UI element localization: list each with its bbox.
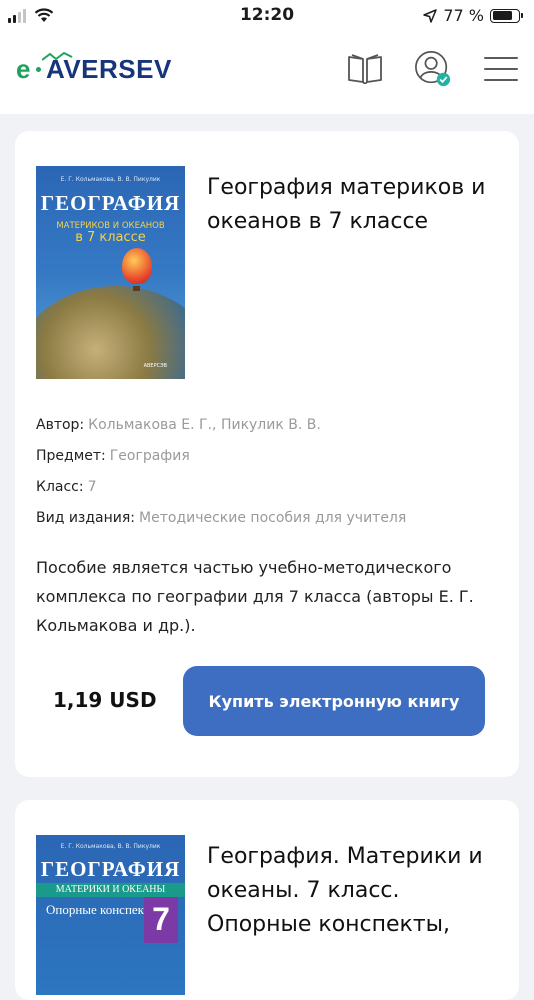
logo[interactable]: e AVERSEV xyxy=(16,51,172,85)
cover-subtitle: МАТЕРИКОВ И ОКЕАНОВ в 7 классе xyxy=(56,221,165,245)
library-button[interactable] xyxy=(346,50,384,88)
user-verified-icon xyxy=(415,51,451,87)
logo-dot xyxy=(35,67,41,72)
menu-button[interactable] xyxy=(482,50,520,88)
book-card: Е. Г. Кольмакова, В. В. Пикулик ГЕОГРАФИ… xyxy=(15,800,519,1000)
logo-brand: AVERSEV xyxy=(41,51,172,85)
meta-grade: Класс: 7 xyxy=(36,479,97,495)
book-icon xyxy=(348,54,382,84)
status-right: 77 % xyxy=(423,6,523,25)
cover-authors: Е. Г. Кольмакова, В. В. Пикулик xyxy=(60,176,161,183)
app-header: e AVERSEV xyxy=(0,32,534,114)
cover-balloon-illustration xyxy=(122,248,152,284)
cover-balloon-basket xyxy=(133,286,140,291)
location-arrow-icon xyxy=(423,8,438,23)
book-meta: Автор: Кольмакова Е. Г., Пикулик В. В. Пр… xyxy=(36,413,406,537)
menu-icon xyxy=(484,57,518,81)
book-cover[interactable]: Е. Г. Кольмакова, В. В. Пикулик ГЕОГРАФИ… xyxy=(36,835,185,995)
cover-grade: 7 xyxy=(144,897,178,943)
battery-percent: 77 % xyxy=(443,6,484,25)
account-button[interactable] xyxy=(414,50,452,88)
book-title[interactable]: География материков и океанов в 7 классе xyxy=(207,171,507,239)
status-bar: 12:20 77 % xyxy=(0,0,534,32)
cover-title: ГЕОГРАФИЯ xyxy=(40,191,181,215)
logo-prefix: e xyxy=(16,54,31,84)
book-card: Е. Г. Кольмакова, В. В. Пикулик ГЕОГРАФИ… xyxy=(15,131,519,777)
book-price: 1,19 USD xyxy=(53,688,157,712)
cover-publisher: АВЕРСЭВ xyxy=(143,363,167,369)
cover-title: ГЕОГРАФИЯ xyxy=(40,857,181,881)
book-cover[interactable]: Е. Г. Кольмакова, В. В. Пикулик ГЕОГРАФИ… xyxy=(36,166,185,379)
meta-edition-type: Вид издания: Методические пособия для учи… xyxy=(36,510,407,526)
meta-subject: Предмет: География xyxy=(36,448,190,464)
buy-ebook-button[interactable]: Купить электронную книгу xyxy=(183,666,485,736)
meta-author: Автор: Кольмакова Е. Г., Пикулик В. В. xyxy=(36,417,321,433)
battery-icon xyxy=(490,8,523,23)
cover-authors: Е. Г. Кольмакова, В. В. Пикулик xyxy=(60,843,161,850)
header-icons xyxy=(346,50,520,88)
book-title[interactable]: География. Материки и океаны. 7 класс. О… xyxy=(207,840,507,942)
cover-band: МАТЕРИКИ И ОКЕАНЫ xyxy=(36,883,185,897)
book-description: Пособие является частью учебно-методичес… xyxy=(36,558,474,635)
